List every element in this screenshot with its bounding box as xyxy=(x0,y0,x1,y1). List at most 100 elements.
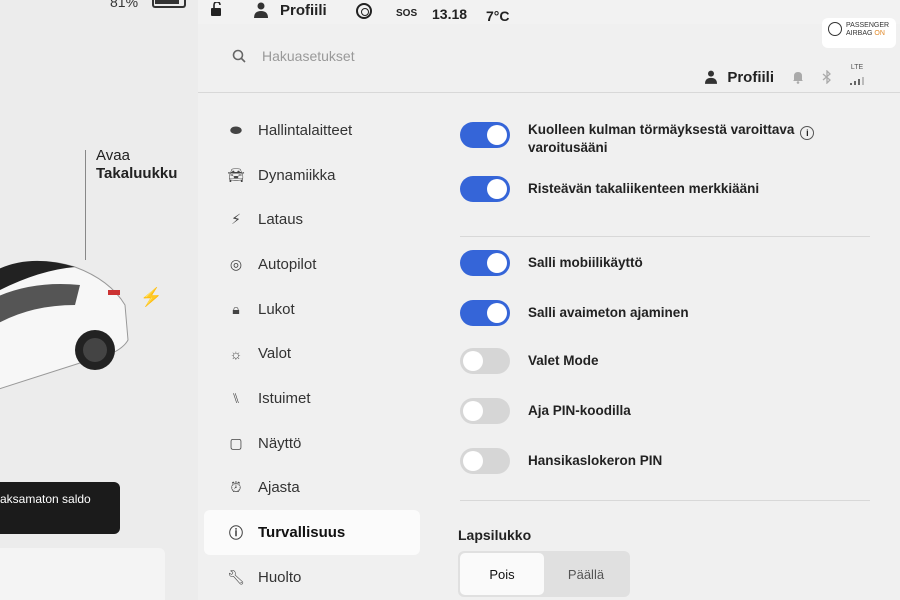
bluetooth-icon[interactable] xyxy=(822,70,832,84)
toggle-icon: ⬬ xyxy=(230,121,242,138)
nav-item-safety[interactable]: ⓘ Turvallisuus xyxy=(204,510,420,555)
toggle-knob xyxy=(487,179,507,199)
section-divider xyxy=(460,500,870,501)
battery-percentage: 81% xyxy=(110,0,139,10)
airbag-line1: PASSENGER xyxy=(846,22,890,29)
sun-icon: ☼ xyxy=(229,345,243,362)
open-trunk-label-line1: Avaa xyxy=(96,147,130,164)
child-lock-off-option[interactable]: Pois xyxy=(460,553,544,595)
toggle-row-cross-traffic-chime: Risteävän takaliikenteen merkkiääni xyxy=(460,176,880,202)
nav-item-locks[interactable]: 🔒︎ Lukot xyxy=(204,287,420,332)
alert-circle-icon: ⓘ xyxy=(229,524,243,541)
nav-item-controls[interactable]: ⬬ Hallintalaitteet xyxy=(204,108,420,153)
car-view-pane: 81% Avaa Takaluukku ⚡ aksamaton saldo xyxy=(0,0,200,600)
nav-item-label: Istuimet xyxy=(258,389,311,407)
charge-port-bolt-icon[interactable]: ⚡ xyxy=(140,287,162,308)
search-placeholder: Hakuasetukset xyxy=(262,48,355,64)
nav-item-display[interactable]: ▢ Näyttö xyxy=(204,421,420,466)
nav-item-label: Dynamiikka xyxy=(258,166,336,184)
toggle-row-blind-spot-chime: Kuolleen kulman törmäyksestä varoittava i… xyxy=(460,122,880,156)
unlocked-icon[interactable] xyxy=(210,2,224,16)
car-image xyxy=(0,260,129,390)
car-icon: 🚘︎ xyxy=(227,166,245,183)
balance-text: aksamaton saldo xyxy=(0,492,91,506)
nav-item-label: Huolto xyxy=(258,568,302,586)
child-lock-title: Lapsilukko xyxy=(458,527,532,543)
toggle-label: Kuolleen kulman törmäyksestä varoittava i… xyxy=(528,122,815,156)
toggle-knob xyxy=(487,125,507,145)
cross-traffic-chime-toggle[interactable] xyxy=(460,176,510,202)
lte-signal-indicator: LTE xyxy=(850,64,864,90)
nav-item-seats[interactable]: ⑊ Istuimet xyxy=(204,376,420,421)
bell-icon[interactable] xyxy=(792,70,804,84)
toggle-knob xyxy=(463,351,483,371)
status-profile-label[interactable]: Profiili xyxy=(280,2,327,19)
profile-button[interactable]: Profiili xyxy=(705,69,774,86)
nav-item-charging[interactable]: ⚡︎ Lataus xyxy=(204,197,420,242)
wrench-icon: 🔧︎ xyxy=(227,568,245,585)
alarm-clock-icon: ⏰︎ xyxy=(230,479,242,496)
bolt-icon: ⚡︎ xyxy=(231,211,241,228)
toggle-knob xyxy=(463,451,483,471)
nav-item-label: Hallintalaitteet xyxy=(258,121,353,139)
profile-label: Profiili xyxy=(727,68,774,86)
info-icon[interactable]: i xyxy=(800,126,815,140)
nav-item-service[interactable]: 🔧︎ Huolto xyxy=(204,555,420,600)
pin-to-drive-toggle[interactable] xyxy=(460,398,510,424)
toggle-row-mobile-access: Salli mobiilikäyttö xyxy=(460,250,880,276)
display-icon: ▢ xyxy=(229,434,243,451)
mobile-access-toggle[interactable] xyxy=(460,250,510,276)
person-icon xyxy=(254,2,268,18)
section-divider xyxy=(460,236,870,237)
airbag-line2: AIRBAG xyxy=(846,30,873,37)
toggle-label: Valet Mode xyxy=(528,353,599,368)
toggle-label: Hansikaslokeron PIN xyxy=(528,453,663,468)
toggle-knob xyxy=(487,303,507,323)
toggle-label: Aja PIN-koodilla xyxy=(528,403,631,418)
toggle-knob xyxy=(463,401,483,421)
glovebox-pin-toggle[interactable] xyxy=(460,448,510,474)
toggle-row-keyless-driving: Salli avaimeton ajaminen xyxy=(460,300,880,326)
toggle-row-pin-to-drive: Aja PIN-koodilla xyxy=(460,398,880,424)
toggle-label: Risteävän takaliikenteen merkkiääni xyxy=(528,181,760,196)
valet-mode-toggle[interactable] xyxy=(460,348,510,374)
toggle-knob xyxy=(487,253,507,273)
nav-item-label: Näyttö xyxy=(258,434,302,452)
seat-icon: ⑊ xyxy=(231,390,241,407)
toggle-label-line2: varoitusääni xyxy=(528,140,608,155)
blind-spot-chime-toggle[interactable] xyxy=(460,122,510,148)
sentry-target-icon[interactable] xyxy=(356,3,372,19)
nav-item-autopilot[interactable]: ◎ Autopilot xyxy=(204,242,420,287)
status-bar: Profiili SOS 13.18 7°C xyxy=(198,0,900,24)
clock-time: 13.18 xyxy=(432,6,468,22)
steering-wheel-icon: ◎ xyxy=(229,255,243,272)
nav-item-label: Valot xyxy=(258,345,292,363)
settings-panel: PASSENGER AIRBAG ON Hakuasetukset Profii… xyxy=(198,18,900,600)
search-icon xyxy=(232,49,246,63)
sos-label[interactable]: SOS xyxy=(396,8,417,19)
child-lock-on-option[interactable]: Päällä xyxy=(544,553,628,595)
open-trunk-button[interactable]: Avaa Takaluukku xyxy=(96,147,177,183)
settings-search[interactable]: Hakuasetukset xyxy=(232,48,355,64)
toggle-row-valet-mode: Valet Mode xyxy=(460,348,880,374)
keyless-driving-toggle[interactable] xyxy=(460,300,510,326)
trunk-pointer-line xyxy=(85,150,86,260)
airbag-icon xyxy=(828,22,842,36)
nav-item-lights[interactable]: ☼ Valot xyxy=(204,331,420,376)
passenger-airbag-indicator: PASSENGER AIRBAG ON xyxy=(822,18,896,48)
nav-item-label: Autopilot xyxy=(258,255,317,273)
toggle-label-line1: Kuolleen kulman törmäyksestä varoittava xyxy=(528,122,795,137)
person-icon xyxy=(705,70,718,84)
toggle-row-glovebox-pin: Hansikaslokeron PIN xyxy=(460,448,880,474)
media-card[interactable] xyxy=(0,548,165,600)
settings-nav: ⬬ Hallintalaitteet 🚘︎ Dynamiikka ⚡︎ Lata… xyxy=(204,108,420,600)
nav-item-dynamics[interactable]: 🚘︎ Dynamiikka xyxy=(204,153,420,198)
nav-item-label: Ajasta xyxy=(258,479,300,497)
nav-item-schedule[interactable]: ⏰︎ Ajasta xyxy=(204,466,420,511)
airbag-status: ON xyxy=(874,30,885,37)
battery-icon xyxy=(152,0,186,8)
balance-card[interactable]: aksamaton saldo xyxy=(0,482,120,534)
signal-bars-icon xyxy=(850,77,864,85)
outside-temperature: 7°C xyxy=(486,8,510,24)
nav-item-label: Turvallisuus xyxy=(258,524,346,542)
